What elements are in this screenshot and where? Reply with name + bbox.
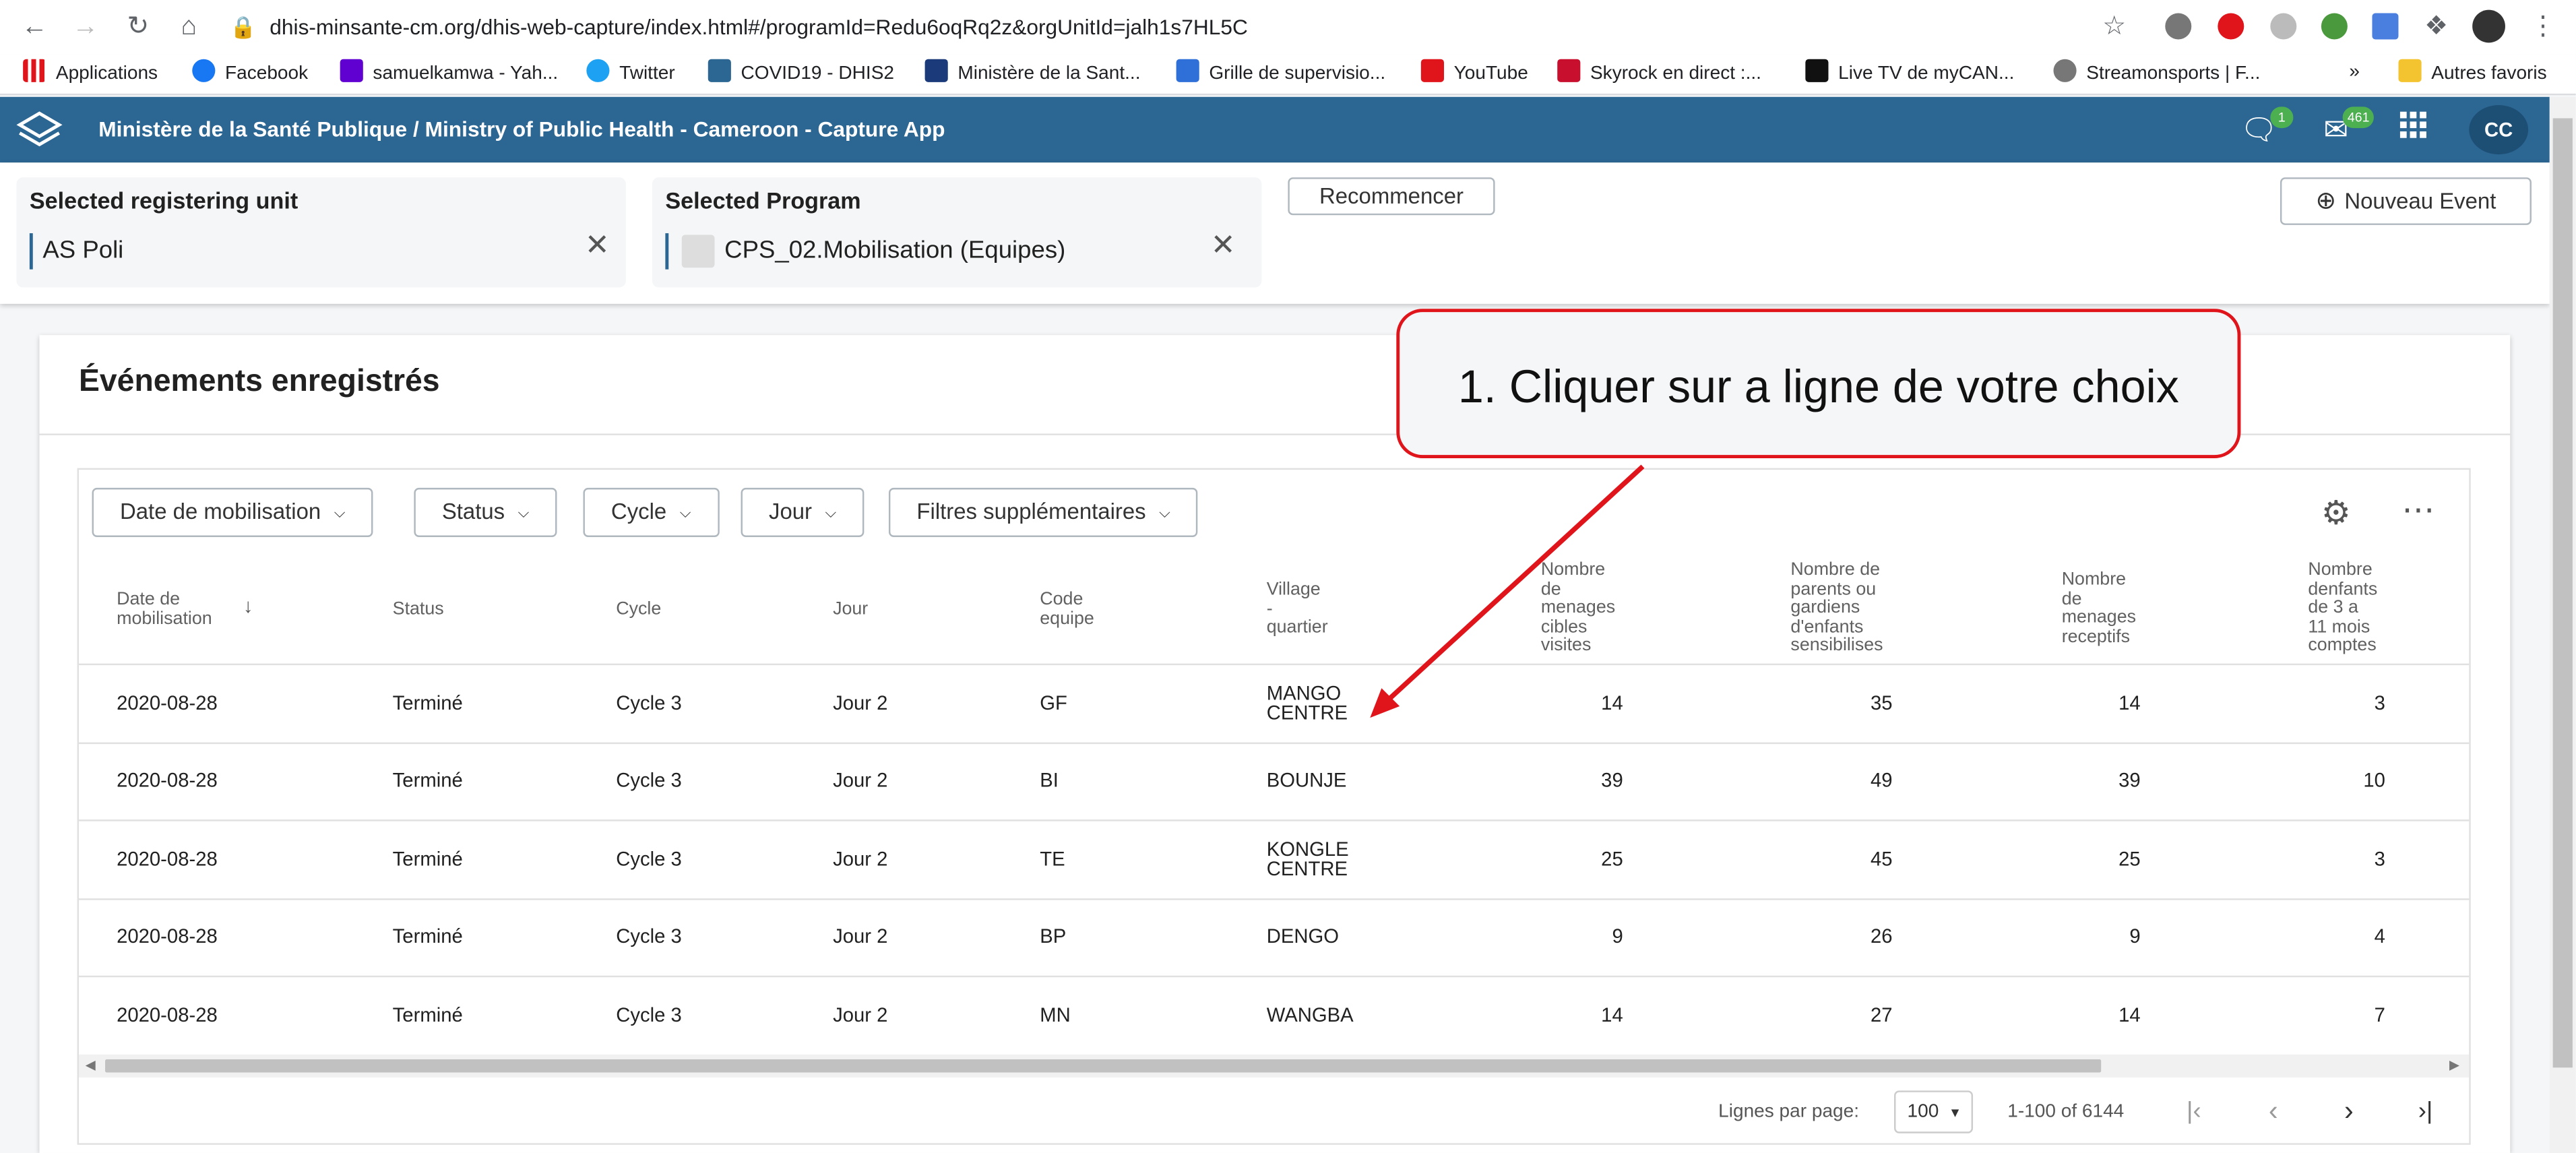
screen: ← → ↻ ⌂ 🔒 dhis-minsante-cm.org/dhis-web-c…: [0, 0, 2576, 1153]
instruction-arrow: [1370, 464, 1645, 718]
